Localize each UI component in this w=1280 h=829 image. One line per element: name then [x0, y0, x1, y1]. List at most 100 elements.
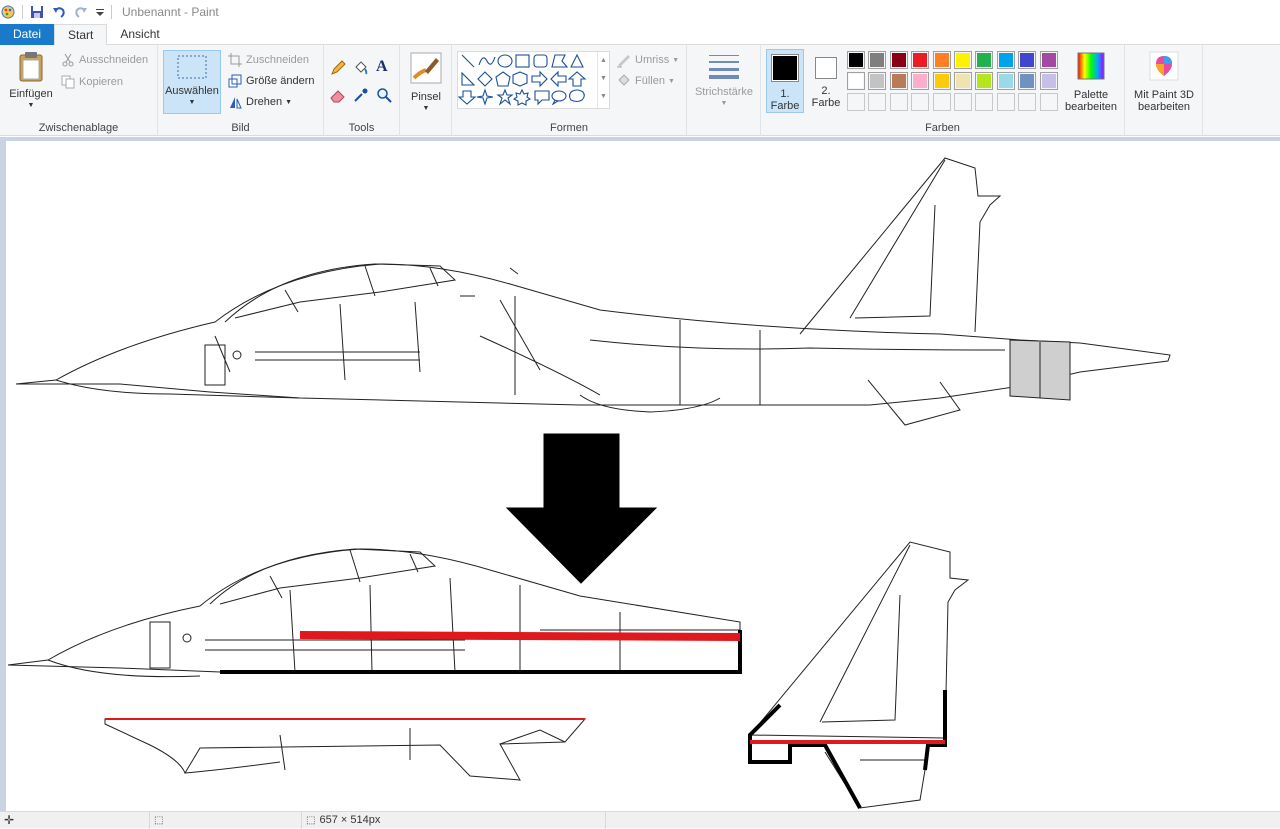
palette-swatch[interactable] [954, 51, 972, 69]
paint-app-icon[interactable] [0, 4, 16, 20]
color-picker-icon[interactable] [353, 86, 369, 104]
tab-file[interactable]: Datei [0, 24, 54, 45]
edit-palette-button[interactable]: Palette bearbeiten [1061, 51, 1121, 113]
palette-swatch[interactable] [868, 51, 887, 69]
magnifier-icon[interactable] [376, 86, 392, 104]
colors-group-label: Farben [925, 122, 960, 134]
custom-color-slot[interactable] [868, 93, 887, 111]
custom-color-slot[interactable] [932, 93, 951, 111]
resize-icon [227, 73, 243, 89]
palette-gradient-icon [1077, 52, 1105, 80]
swatch-color [977, 53, 992, 67]
custom-color-slot[interactable] [889, 93, 908, 111]
cursor-position-cell: ✛ [0, 811, 150, 829]
color1-swatch [771, 54, 799, 82]
chevron-down-icon: ▼ [720, 100, 728, 107]
resize-button[interactable]: Größe ändern [227, 72, 314, 90]
custom-color-slot[interactable] [1018, 93, 1037, 111]
palette-swatch[interactable] [932, 72, 951, 90]
chevron-down-icon: ▼ [422, 105, 430, 112]
palette-swatch[interactable] [847, 72, 865, 90]
palette-swatch[interactable] [954, 72, 972, 90]
brushes-label: Pinsel [411, 91, 441, 103]
crop-icon [227, 52, 243, 68]
palette-swatch[interactable] [847, 51, 865, 69]
swatch-color [956, 53, 970, 67]
crop-button[interactable]: Zuschneiden [227, 51, 309, 69]
copy-button[interactable]: Kopieren [60, 73, 123, 91]
scroll-up-icon[interactable]: ▲ [598, 52, 609, 70]
swatch-color [849, 74, 863, 88]
custom-color-slot[interactable] [911, 93, 930, 111]
color2-button[interactable]: 2. Farbe [808, 49, 844, 113]
custom-color-slot[interactable] [847, 93, 865, 111]
customize-dropdown-icon[interactable] [95, 4, 105, 20]
scroll-down-icon[interactable]: ▼ [598, 70, 609, 88]
color1-label-line1: 1. [780, 88, 790, 100]
workspace[interactable] [0, 137, 1280, 811]
eraser-icon[interactable] [330, 86, 346, 104]
swatch-color [977, 74, 992, 88]
color1-button[interactable]: 1. Farbe [766, 49, 804, 113]
paint3d-label-line2: bearbeiten [1138, 101, 1190, 113]
palette-swatch[interactable] [996, 72, 1015, 90]
swatch-color [934, 74, 949, 88]
colors-group: 1. Farbe 2. Farbe Palette bearbeiten Far… [761, 45, 1125, 136]
expand-gallery-icon[interactable]: ▼ [598, 88, 609, 106]
color2-label-line1: 2. [821, 85, 831, 97]
fill-bucket-icon [616, 73, 632, 89]
palette-swatch[interactable] [868, 72, 887, 90]
palette-swatch[interactable] [911, 51, 930, 69]
redo-icon[interactable] [73, 4, 89, 20]
custom-color-slot[interactable] [996, 93, 1015, 111]
pencil-icon[interactable] [330, 59, 346, 77]
select-button[interactable]: Auswählen ▼ [163, 50, 221, 114]
palette-swatch[interactable] [996, 51, 1015, 69]
palette-swatch[interactable] [1039, 51, 1058, 69]
text-tool-icon[interactable]: A [376, 58, 388, 76]
palette-swatch[interactable] [1018, 72, 1037, 90]
chevron-down-icon: ▼ [188, 99, 196, 106]
palette-swatch[interactable] [889, 72, 908, 90]
swatch-color [1041, 74, 1056, 88]
image-size-text: 657 × 514px [319, 814, 381, 826]
window-title: Unbenannt - Paint [122, 5, 219, 19]
chevron-down-icon: ▼ [667, 77, 675, 85]
copy-label: Kopieren [79, 76, 124, 88]
paint3d-icon [1149, 51, 1179, 81]
palette-swatch[interactable] [975, 72, 994, 90]
paste-button[interactable]: Einfügen ▼ [6, 51, 56, 112]
color2-label-line2: Farbe [811, 97, 841, 109]
palette-swatch[interactable] [1039, 72, 1058, 90]
outline-button[interactable]: Umriss ▼ [616, 51, 679, 69]
chevron-down-icon: ▼ [27, 102, 35, 109]
undo-icon[interactable] [51, 4, 67, 20]
image-size-cell: ⬚ 657 × 514px [302, 811, 606, 829]
drawing-canvas[interactable] [6, 141, 1280, 811]
custom-color-slot[interactable] [954, 93, 972, 111]
rotate-button[interactable]: Drehen ▼ [227, 93, 292, 111]
palette-swatch[interactable] [1018, 51, 1037, 69]
edit-with-paint3d-button[interactable]: Mit Paint 3D bearbeiten [1129, 51, 1199, 113]
swatch-color [934, 53, 949, 67]
rotate-label: Drehen [246, 96, 283, 108]
palette-swatch[interactable] [932, 51, 951, 69]
brushes-button[interactable]: Pinsel ▼ [406, 52, 446, 115]
cut-button[interactable]: Ausschneiden [60, 51, 148, 69]
swatch-color [913, 53, 928, 67]
palette-swatch[interactable] [911, 72, 930, 90]
shapes-scrollbar[interactable]: ▲ ▼ ▼ [597, 52, 609, 108]
chevron-down-icon: ▼ [285, 98, 293, 106]
fill-bucket-icon[interactable] [353, 59, 369, 77]
size-button[interactable]: Strichstärke ▼ [692, 53, 756, 110]
custom-color-slot[interactable] [975, 93, 994, 111]
outline-brush-icon [616, 52, 632, 68]
crosshair-icon: ✛ [4, 813, 15, 827]
palette-swatch[interactable] [975, 51, 994, 69]
palette-swatch[interactable] [889, 51, 908, 69]
custom-color-slot[interactable] [1039, 93, 1058, 111]
fill-button[interactable]: Füllen ▼ [616, 72, 675, 90]
tab-view[interactable]: Ansicht [107, 24, 172, 45]
tab-home[interactable]: Start [54, 24, 108, 46]
save-icon[interactable] [29, 4, 45, 20]
